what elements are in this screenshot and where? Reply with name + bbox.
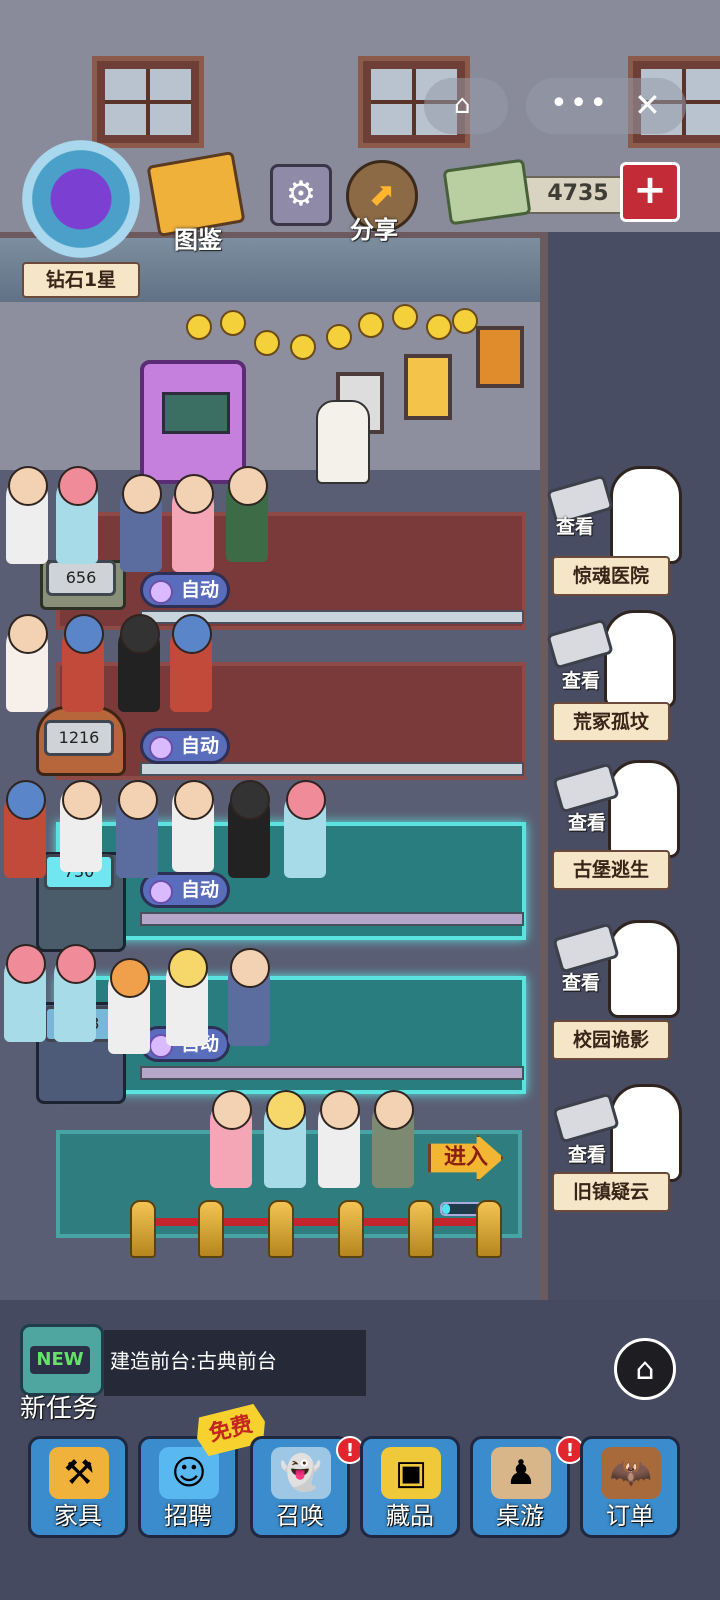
nav-label: 藏品 (386, 1502, 434, 1530)
hammer-wrench-icon: ⚒ (49, 1447, 109, 1499)
velvet-rope (136, 1218, 496, 1226)
home-capsule-button[interactable]: ⌂ (424, 78, 508, 134)
queue-progress-fill (442, 1204, 451, 1214)
ghost-receptionist (316, 400, 370, 484)
window (92, 56, 204, 148)
auto-button[interactable]: 自动 (140, 728, 230, 764)
nav-label: 招聘 (164, 1502, 212, 1530)
lobby-home-button[interactable]: ⌂ (614, 1338, 676, 1400)
rope-post (338, 1200, 364, 1258)
pumpkin-painting (476, 326, 524, 388)
view-label[interactable]: 查看 (568, 1140, 606, 1167)
chess-icon: ♟ (491, 1447, 551, 1499)
safe-icon: ▣ (381, 1447, 441, 1499)
rope-post (198, 1200, 224, 1258)
collection-label[interactable]: 图鉴 (174, 220, 222, 255)
ghost-icon: 👻 (271, 1447, 331, 1499)
view-label[interactable]: 查看 (562, 968, 600, 995)
add-cash-button[interactable]: + (620, 162, 680, 222)
share-label[interactable]: 分享 (350, 210, 398, 245)
castle-painting (404, 354, 452, 420)
rank-label: 钻石1星 (22, 262, 140, 298)
fox-portrait (604, 610, 676, 708)
nav-label: 召唤 (276, 1502, 324, 1530)
nav-orders-button[interactable]: 🦇 订单 (580, 1436, 680, 1538)
rope-post (476, 1200, 502, 1258)
guest-group (0, 944, 280, 1054)
nav-label: 家具 (54, 1502, 102, 1530)
rank-badge-icon[interactable] (22, 140, 140, 258)
view-label[interactable]: 查看 (556, 512, 594, 539)
rope-post (408, 1200, 434, 1258)
close-icon[interactable]: ✕ (634, 86, 661, 124)
guest-group (0, 780, 340, 880)
task-caption[interactable]: 新任务 (20, 1388, 98, 1425)
guest-group (0, 466, 290, 572)
railing (140, 912, 524, 926)
nav-collection-button[interactable]: ▣ 藏品 (360, 1436, 460, 1538)
auto-button[interactable]: 自动 (140, 572, 230, 608)
view-label[interactable]: 查看 (562, 666, 600, 693)
nav-summon-button[interactable]: 👻 召唤 (250, 1436, 350, 1538)
nav-furniture-button[interactable]: ⚒ 家具 (28, 1436, 128, 1538)
home-icon: ⌂ (454, 90, 471, 120)
task-description[interactable]: 建造前台:古典前台 (104, 1330, 366, 1396)
doctor-portrait (610, 466, 682, 564)
guest-group (0, 614, 220, 714)
attraction-name[interactable]: 荒冢孤坟 (552, 702, 670, 742)
view-label[interactable]: 查看 (568, 808, 606, 835)
settings-button[interactable]: ⚙ (270, 164, 332, 226)
cash-counter: 4735 (520, 176, 636, 214)
nav-boardgame-button[interactable]: ♟ 桌游 (470, 1436, 570, 1538)
new-badge: NEW (30, 1346, 90, 1374)
bat-box-icon: 🦇 (601, 1447, 661, 1499)
rope-post (268, 1200, 294, 1258)
student-portrait (608, 920, 680, 1018)
rope-post (130, 1200, 156, 1258)
nav-label: 桌游 (496, 1502, 544, 1530)
attraction-name[interactable]: 校园诡影 (552, 1020, 670, 1060)
room-2-counter: 1216 (44, 720, 114, 756)
miniprogram-menu: ••• ✕ (526, 78, 686, 134)
hooded-portrait (610, 1084, 682, 1182)
attraction-name[interactable]: 惊魂医院 (552, 556, 670, 596)
cash-stack-icon (442, 158, 532, 226)
attraction-name[interactable]: 旧镇疑云 (552, 1172, 670, 1212)
gear-icon: ⚙ (285, 174, 317, 214)
house-icon: ⌂ (635, 1352, 655, 1387)
attraction-name[interactable]: 古堡逃生 (552, 850, 670, 890)
string-lights (186, 300, 478, 360)
railing (140, 1066, 524, 1080)
queue-guests (200, 1090, 430, 1190)
vampire-portrait (608, 760, 680, 858)
plus-icon: + (633, 167, 667, 213)
more-icon[interactable]: ••• (550, 86, 609, 121)
nav-label: 订单 (606, 1502, 654, 1530)
share-arrow-icon: ⬈ (368, 175, 396, 213)
railing (140, 762, 524, 776)
